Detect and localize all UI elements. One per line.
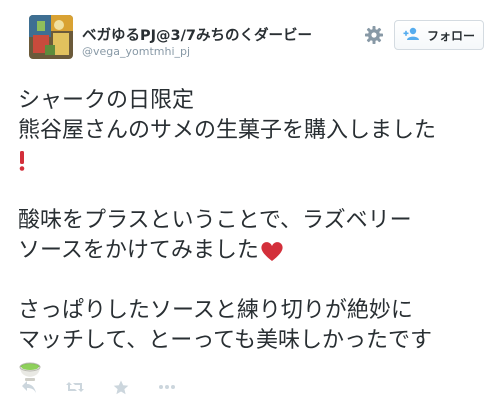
tweet-text: シャークの日限定 熊谷屋さんのサメの生菓子を購入しました 酸味をプラスということ…: [18, 86, 488, 386]
tweet-header: ベガゆるPJ@3/7みちのくダービー @vega_yomtmhi_pj フォロー: [0, 0, 500, 75]
tweet-actions: [18, 377, 202, 397]
more-icon[interactable]: [156, 379, 178, 395]
add-user-icon: [403, 26, 421, 45]
tweet-line: マッチして、とーっても美味しかったです: [18, 328, 433, 353]
tweet-line: [18, 146, 488, 176]
follow-button[interactable]: フォロー: [394, 20, 484, 50]
tweet-line: シャークの日限定: [18, 88, 195, 113]
tweet-line: さっぱりしたソースと練り切りが絶妙に: [18, 298, 413, 323]
tweet-line: 酸味をプラスということで、ラズベリー: [18, 208, 412, 233]
exclamation-emoji: [18, 148, 26, 174]
tweet-line: 熊谷屋さんのサメの生菓子を購入しました: [18, 118, 437, 143]
gear-icon[interactable]: [363, 24, 385, 46]
heart-emoji: [259, 238, 285, 264]
favorite-icon[interactable]: [110, 379, 132, 395]
tweet-line: ソースをかけてみました: [18, 236, 488, 266]
avatar[interactable]: [29, 15, 73, 59]
retweet-icon[interactable]: [64, 379, 86, 395]
reply-icon[interactable]: [18, 379, 40, 395]
screen-name[interactable]: @vega_yomtmhi_pj: [82, 45, 190, 58]
follow-button-label: フォロー: [426, 28, 475, 43]
display-name[interactable]: ベガゆるPJ@3/7みちのくダービー: [82, 24, 312, 45]
